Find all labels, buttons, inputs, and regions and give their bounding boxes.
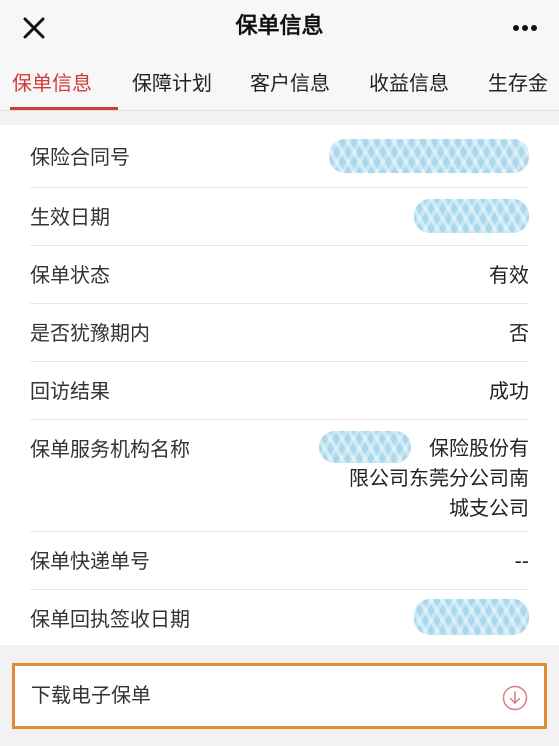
page-title: 保单信息 [235, 14, 324, 39]
detail-row-receipt-date: 保单回执签收日期 [30, 589, 529, 645]
tab-policy-info[interactable]: 保单信息 [12, 66, 92, 100]
redacted-value [329, 139, 529, 173]
redacted-value [414, 199, 529, 233]
download-e-policy-button[interactable]: 下载电子保单 [12, 663, 547, 729]
detail-row-callback-result: 回访结果 成功 [30, 361, 529, 420]
detail-label: 生效日期 [30, 205, 110, 229]
policy-details-card: 保险合同号 生效日期 保单状态 有效 是否犹豫期内 否 回访结果 成功 保单服务… [0, 125, 559, 645]
redacted-value [414, 599, 529, 635]
detail-label: 保单回执签收日期 [30, 607, 190, 631]
detail-value-line: 限公司东莞分公司南 [349, 466, 529, 490]
redacted-value [319, 431, 411, 463]
detail-value-line: 保险股份有 [429, 436, 529, 460]
tab-customer-info[interactable]: 客户信息 [250, 66, 330, 100]
tab-earnings-info[interactable]: 收益信息 [369, 66, 449, 100]
detail-value: 有效 [489, 263, 529, 287]
download-circle-icon[interactable] [502, 685, 528, 711]
detail-label: 是否犹豫期内 [30, 321, 150, 345]
active-tab-indicator [10, 107, 118, 110]
detail-label: 保险合同号 [30, 145, 130, 169]
detail-value: 否 [509, 321, 529, 345]
more-icon[interactable] [509, 12, 541, 44]
detail-row-effective-date: 生效日期 [30, 187, 529, 246]
detail-value: -- [514, 549, 529, 573]
detail-label: 回访结果 [30, 379, 110, 403]
detail-row-contract-number: 保险合同号 [30, 125, 529, 188]
tab-coverage-plan[interactable]: 保障计划 [132, 66, 212, 100]
detail-row-service-organization: 保单服务机构名称 保险股份有 限公司东莞分公司南 城支公司 [30, 419, 529, 532]
detail-value: 成功 [489, 379, 529, 403]
detail-label: 保单快递单号 [30, 549, 150, 573]
detail-label: 保单状态 [30, 263, 110, 287]
top-bar: 保单信息 [0, 0, 559, 56]
detail-row-policy-status: 保单状态 有效 [30, 245, 529, 304]
tab-bar: 保单信息 保障计划 客户信息 收益信息 生存金 [0, 56, 559, 111]
detail-row-express-number: 保单快递单号 -- [30, 531, 529, 590]
detail-label: 保单服务机构名称 [30, 437, 190, 461]
detail-value-line: 城支公司 [449, 496, 529, 520]
download-label: 下载电子保单 [31, 683, 151, 707]
detail-row-cooling-off: 是否犹豫期内 否 [30, 303, 529, 362]
tab-survival-benefit[interactable]: 生存金 [488, 66, 548, 100]
